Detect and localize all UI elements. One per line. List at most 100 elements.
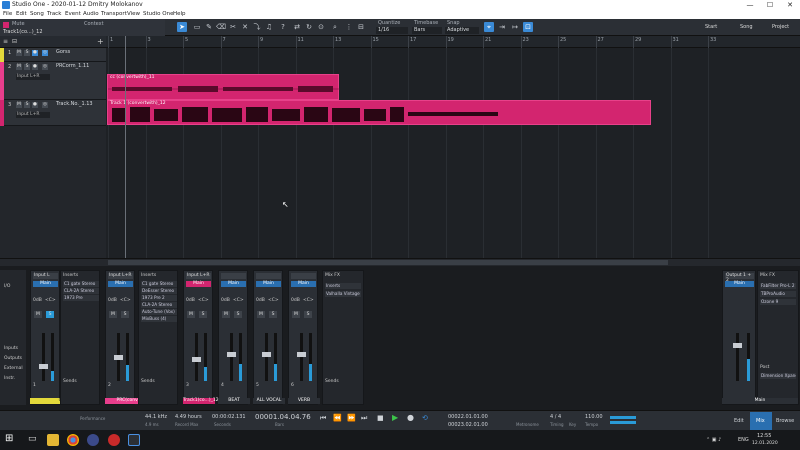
menu-view[interactable]: View <box>127 11 140 17</box>
track-monitor-button[interactable]: ● <box>32 50 38 56</box>
insert-plugin[interactable]: DeEsser Stereo <box>141 288 177 294</box>
return-to-zero-icon[interactable]: ⏮ <box>320 414 326 423</box>
channel-solo-button[interactable]: S <box>121 311 129 318</box>
range-tool-icon[interactable]: ▭ <box>192 22 202 32</box>
loop-icon[interactable]: ⟲ <box>422 414 428 422</box>
loop-start[interactable]: 00022.01.01.00 <box>448 414 488 420</box>
insert-plugin[interactable]: CLA-2A Stereo <box>141 302 177 308</box>
track-input-select[interactable]: Input L+R <box>16 112 50 118</box>
mixer-outputs-button[interactable]: Outputs <box>4 356 22 361</box>
clock-time[interactable]: 12:55 <box>757 433 771 439</box>
track-input-select[interactable]: Input L+R <box>16 74 50 80</box>
channel-output[interactable]: Main <box>186 281 211 287</box>
menu-file[interactable]: File <box>3 11 12 17</box>
play-icon[interactable]: ▶ <box>392 413 398 422</box>
mixer-instr-button[interactable]: Instr. <box>4 376 15 381</box>
rewind-icon[interactable]: ⏪ <box>333 414 342 422</box>
channel-pan[interactable]: <C> <box>268 298 279 303</box>
edit-view-button[interactable]: Edit <box>734 418 744 424</box>
channel-input[interactable]: Input L+R <box>108 273 133 279</box>
channel-fader[interactable] <box>39 333 48 381</box>
record-app-icon[interactable] <box>108 434 120 446</box>
tray-icons[interactable]: ⌃ ▣ ♪ <box>706 437 721 443</box>
maximize-icon[interactable]: ☐ <box>760 0 780 10</box>
time-signature[interactable]: 4 / 4 <box>550 414 561 420</box>
snap-tool-icon[interactable]: ⊟ <box>356 22 366 32</box>
end-icon[interactable]: ⏭ <box>361 414 367 423</box>
quantize-select[interactable]: 1/16 <box>376 27 408 34</box>
mixer-external-button[interactable]: External <box>4 366 23 371</box>
channel-solo-button[interactable]: S <box>199 311 207 318</box>
bend-tool-icon[interactable]: ⤵ <box>252 22 262 32</box>
channel-name-label[interactable]: BEAT <box>218 398 250 404</box>
insert-plugin[interactable]: MixBuss (4) <box>141 316 177 322</box>
output-main[interactable]: Main <box>725 281 754 287</box>
output-post-item[interactable]: Dimension Xpander <box>760 373 796 379</box>
output-fader[interactable] <box>733 333 742 381</box>
track-monitor-button[interactable]: ● <box>32 102 38 108</box>
channel-name-label[interactable]: Track1(co...)_12 <box>183 398 219 404</box>
snap-select[interactable]: Adaptive <box>445 27 479 34</box>
grid-tool-icon[interactable]: ⋮ <box>344 22 354 32</box>
split-tool-icon[interactable]: ✂ <box>228 22 238 32</box>
record-icon[interactable]: ● <box>407 413 414 422</box>
clock-date[interactable]: 12.01.2020 <box>752 441 778 446</box>
channel-input[interactable] <box>256 273 281 279</box>
fader-knob[interactable] <box>39 364 48 369</box>
audio-clip[interactable]: cc (convertwith)_11 <box>107 74 340 100</box>
output-fx-item[interactable]: Ozone 9 <box>760 299 796 305</box>
metronome-label[interactable]: Metronome <box>516 422 539 427</box>
channel-gain[interactable]: 0dB <box>256 298 265 303</box>
channel-pan[interactable]: <C> <box>303 298 314 303</box>
arrange-scrollbar[interactable] <box>0 258 800 266</box>
menu-studio-one[interactable]: Studio One <box>143 11 173 17</box>
inspector-toggle-icon[interactable]: ⊟ <box>12 38 17 45</box>
add-track-icon[interactable]: + <box>97 37 104 46</box>
stop-icon[interactable]: ■ <box>377 414 384 422</box>
key-label[interactable]: Key <box>569 422 576 427</box>
track-mute-button[interactable]: M <box>16 102 22 108</box>
edit-cursor-icon[interactable]: ⊡ <box>523 22 533 32</box>
mix-fx-inserts[interactable]: Inserts <box>325 283 361 289</box>
bars-display[interactable]: 00001.04.04.76 <box>255 413 311 421</box>
song-page-button[interactable]: Song <box>740 24 753 30</box>
chrome-icon[interactable] <box>67 434 79 446</box>
channel-mute-button[interactable]: M <box>222 311 230 318</box>
timeline-ruler[interactable]: 1 3 5 7 9 11 13 15 17 19 21 23 25 27 29 31 33 <box>106 36 800 48</box>
insert-plugin[interactable]: 1973 Pre 2 <box>141 295 177 301</box>
seconds-display[interactable]: 00:00:02.131 <box>212 414 246 420</box>
audio-clip[interactable]: Track 1 (convertwith)_12 <box>107 100 651 125</box>
minimize-icon[interactable]: — <box>740 0 760 10</box>
mix-view-button[interactable]: Mix <box>756 418 765 424</box>
channel-fader[interactable] <box>227 333 236 381</box>
channel-solo-button[interactable]: S <box>234 311 242 318</box>
channel-gain[interactable]: 0dB <box>33 298 42 303</box>
channel-output[interactable]: Main <box>108 281 133 287</box>
channel-input[interactable] <box>221 273 246 279</box>
menu-track[interactable]: Track <box>47 11 61 17</box>
task-view-icon[interactable]: ▭ <box>28 434 37 444</box>
channel-pan[interactable]: <C> <box>120 298 131 303</box>
channel-solo-button[interactable]: S <box>269 311 277 318</box>
track-header[interactable]: 3 M S ● ◎ Track.No._1.13 Input L+R <box>0 100 106 126</box>
output-name[interactable]: Output 1 + 2 <box>725 273 754 283</box>
windows-start-icon[interactable]: ⊞ <box>5 433 13 444</box>
snap-toggle-icon[interactable]: ⌖ <box>484 22 494 32</box>
mixer-io-label[interactable]: I/O <box>4 284 10 289</box>
arrow-swap-icon[interactable]: ⇄ <box>292 22 302 32</box>
menu-help[interactable]: Help <box>173 11 186 17</box>
channel-output[interactable]: Main <box>291 281 316 287</box>
channel-output[interactable]: Main <box>256 281 281 287</box>
mixer-inputs-button[interactable]: Inputs <box>4 346 18 351</box>
channel-gain[interactable]: 0dB <box>291 298 300 303</box>
track-name[interactable]: PRCorm_1.11 <box>56 63 89 69</box>
loop-end[interactable]: 00023.02.01.00 <box>448 422 488 428</box>
track-solo-button[interactable]: S <box>24 50 30 56</box>
fader-knob[interactable] <box>227 352 236 357</box>
channel-output[interactable]: Main <box>221 281 246 287</box>
channel-output[interactable]: Main <box>33 281 58 287</box>
mix-fx-item[interactable]: Valhalla Vintage Verb <box>325 291 361 297</box>
output-fx-item[interactable]: TBProAudio <box>760 291 796 297</box>
track-mute-button[interactable]: M <box>16 64 22 70</box>
studio-one-taskbar-icon[interactable] <box>128 434 140 446</box>
